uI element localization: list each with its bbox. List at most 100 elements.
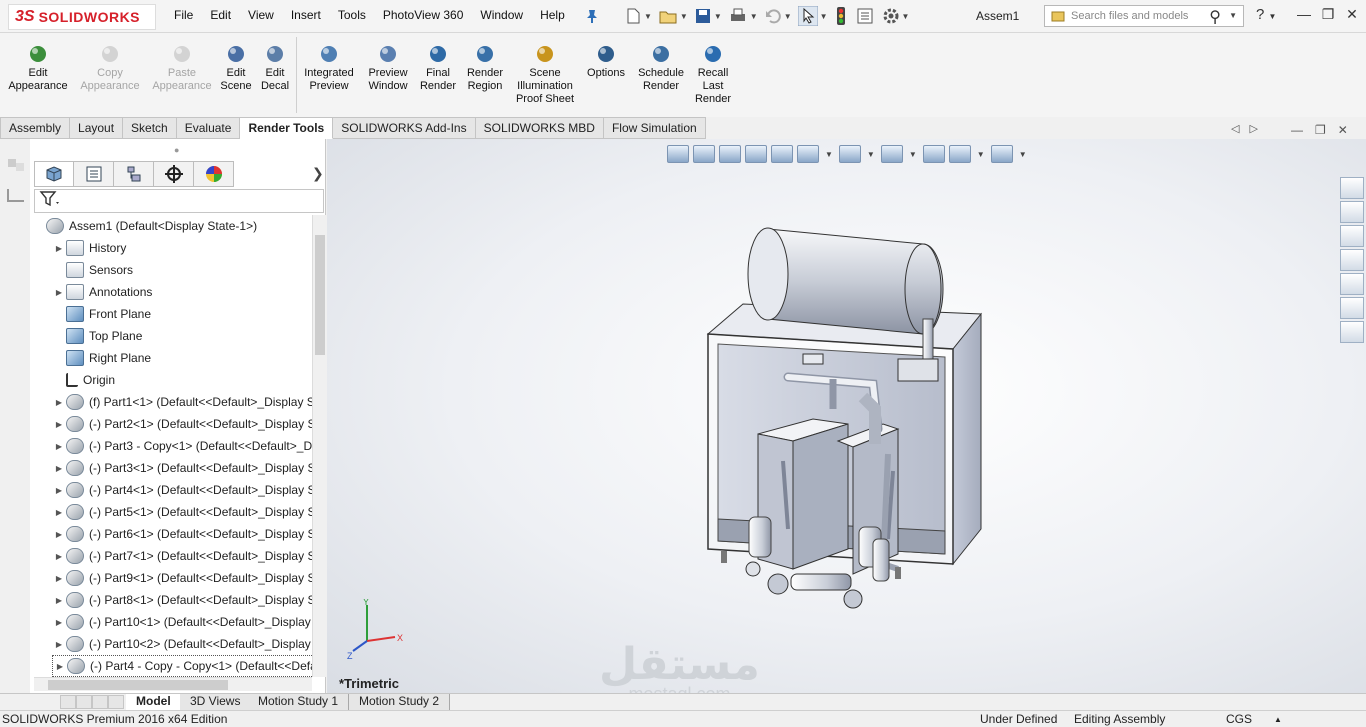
assembly-model[interactable] — [683, 209, 1003, 629]
chevron-down-icon[interactable]: ▼ — [680, 12, 688, 21]
expand-arrow-icon[interactable]: ▶ — [52, 398, 66, 407]
preview-window-button[interactable]: Preview Window — [364, 43, 412, 93]
dimxpert-manager-tab-icon[interactable] — [154, 161, 194, 187]
property-manager-tab-icon[interactable] — [74, 161, 114, 187]
chevron-down-icon[interactable]: ▼ — [644, 12, 652, 21]
edit-appearance-view-icon[interactable] — [922, 145, 945, 163]
display-style-icon[interactable] — [838, 145, 861, 163]
doc-restore-icon[interactable]: ❐ — [1315, 123, 1326, 137]
tree-item-part[interactable]: ▶ (-) Part8<1> (Default<<Default>_Display… — [52, 589, 312, 611]
solidworks-logo[interactable]: 3S SOLIDWORKS — [8, 4, 156, 30]
expand-arrow-icon[interactable]: ▶ — [52, 442, 66, 451]
menu-help[interactable]: Help — [540, 8, 565, 22]
panel-grip-icon[interactable]: ● — [174, 145, 179, 155]
schedule-render-button[interactable]: Schedule Render — [634, 43, 688, 93]
menu-window[interactable]: Window — [480, 8, 523, 22]
hide-show-items-icon[interactable] — [880, 145, 903, 163]
previous-tab-icon[interactable] — [76, 695, 92, 709]
rebuild-icon[interactable] — [834, 6, 848, 26]
forum-icon[interactable] — [1340, 321, 1364, 343]
tree-item-part[interactable]: ▶ (-) Part2<1> (Default<<Default>_Display… — [52, 413, 312, 435]
zoom-to-area-icon[interactable] — [693, 145, 715, 163]
last-tab-icon[interactable] — [108, 695, 124, 709]
bottom-tab-3d-views[interactable]: 3D Views — [180, 694, 252, 710]
pin-icon[interactable] — [584, 6, 600, 26]
tree-item-history[interactable]: ▶ History — [52, 237, 126, 259]
expand-arrow-icon[interactable]: ▶ — [52, 596, 66, 605]
next-tab-icon[interactable] — [92, 695, 108, 709]
tree-item-part[interactable]: ▶ (-) Part10<1> (Default<<Default>_Displa… — [52, 611, 312, 633]
chevron-down-icon[interactable]: ▼ — [820, 12, 828, 21]
tab-layout[interactable]: Layout — [70, 117, 124, 139]
help-icon[interactable]: ? ▼ — [1256, 6, 1276, 23]
tree-item-part[interactable]: ▶ (-) Part4<1> (Default<<Default>_Display… — [52, 479, 312, 501]
save-icon[interactable] — [694, 7, 712, 25]
integrated-preview-button[interactable]: Integrated Preview — [298, 43, 360, 93]
dimxpert-icon[interactable] — [4, 185, 28, 205]
tree-item-part[interactable]: ▶ (-) Part7<1> (Default<<Default>_Display… — [52, 545, 312, 567]
bottom-tab-motion-study-2[interactable]: Motion Study 2 — [349, 694, 451, 710]
view-palette-icon[interactable] — [1340, 249, 1364, 271]
expand-arrow-icon[interactable]: ▶ — [52, 508, 66, 517]
tree-item-part[interactable]: ▶ (-) Part6<1> (Default<<Default>_Display… — [52, 523, 312, 545]
search-box[interactable]: Search files and models ⚲ ▼ — [1044, 5, 1244, 27]
tab-render-tools[interactable]: Render Tools — [240, 117, 334, 139]
view-orientation-icon[interactable] — [797, 145, 819, 163]
feature-tree-tab-icon[interactable] — [34, 161, 74, 187]
tree-item-plane[interactable]: Front Plane — [52, 303, 151, 325]
design-tree-toggle-icon[interactable] — [4, 155, 28, 175]
first-tab-icon[interactable] — [60, 695, 76, 709]
chevron-down-icon[interactable]: ▼ — [1019, 150, 1027, 159]
graphics-viewport[interactable]: ▼ ▼ ▼ ▼ ▼ ◁ ▷ — ❐ ✕ Y X Z مستقل *Trimetr… — [327, 123, 1366, 704]
tree-vertical-scrollbar[interactable] — [312, 215, 326, 677]
tree-item-plane[interactable]: Right Plane — [52, 347, 151, 369]
search-input[interactable]: Search files and models — [1071, 10, 1188, 22]
tree-item-origin[interactable]: Origin — [52, 369, 115, 391]
chevron-down-icon[interactable]: ▼ — [909, 150, 917, 159]
expand-arrow-icon[interactable]: ▶ — [52, 574, 66, 583]
menu-view[interactable]: View — [248, 8, 274, 22]
chevron-down-icon[interactable]: ▼ — [902, 12, 910, 21]
section-view-icon[interactable] — [745, 145, 767, 163]
chevron-down-icon[interactable]: ▼ — [784, 12, 792, 21]
undo-icon[interactable] — [764, 7, 782, 25]
tab-assembly[interactable]: Assembly — [0, 117, 71, 139]
select-pointer-icon[interactable] — [797, 6, 818, 26]
edit-decal-button[interactable]: Edit Decal — [256, 43, 294, 93]
scene-illumination-button[interactable]: Scene Illumination Proof Sheet — [510, 43, 580, 106]
tree-item-part[interactable]: ▶ (-) Part5<1> (Default<<Default>_Display… — [52, 501, 312, 523]
paste-appearance-button[interactable]: Paste Appearance — [150, 43, 214, 93]
file-properties-icon[interactable] — [856, 7, 874, 25]
edit-scene-button[interactable]: Edit Scene — [216, 43, 256, 93]
expand-arrow-icon[interactable]: ▶ — [52, 530, 66, 539]
units-selector[interactable]: CGS — [1226, 712, 1252, 726]
open-folder-icon[interactable] — [658, 7, 678, 25]
edit-appearance-button[interactable]: Edit Appearance — [4, 43, 72, 93]
chevron-up-icon[interactable]: ▲ — [1274, 715, 1282, 724]
menu-photoview[interactable]: PhotoView 360 — [383, 8, 464, 22]
chevron-right-icon[interactable]: ❯ — [312, 165, 324, 182]
tree-item-part[interactable]: ▶ (-) Part3 - Copy<1> (Default<<Default>_… — [52, 435, 312, 457]
file-explorer-icon[interactable] — [1340, 225, 1364, 247]
display-manager-tab-icon[interactable] — [194, 161, 234, 187]
chevron-down-icon[interactable]: ▼ — [714, 12, 722, 21]
final-render-button[interactable]: Final Render — [416, 43, 460, 93]
tree-item-part[interactable]: ▶ (-) Part4 - Copy - Copy<1> (Default<<De… — [52, 655, 312, 677]
previous-view-icon[interactable] — [719, 145, 741, 163]
search-icon[interactable]: ⚲ — [1209, 7, 1221, 27]
print-icon[interactable] — [728, 7, 748, 25]
custom-properties-icon[interactable] — [1340, 297, 1364, 319]
bottom-tab-motion-study-1[interactable]: Motion Study 1 — [248, 694, 350, 710]
tree-item-annotations[interactable]: ▶ Annotations — [52, 281, 152, 303]
minimize-icon[interactable]: — — [1292, 6, 1316, 23]
options-button[interactable]: Options — [583, 43, 629, 80]
bottom-tab-model[interactable]: Model — [126, 694, 182, 710]
gear-icon[interactable] — [882, 7, 900, 25]
expand-arrow-icon[interactable]: ▶ — [52, 486, 66, 495]
dynamic-annotation-icon[interactable] — [771, 145, 793, 163]
expand-arrow-icon[interactable]: ▶ — [52, 618, 66, 627]
tree-root-assembly[interactable]: Assem1 (Default<Display State-1>) — [32, 215, 257, 237]
doc-close-icon[interactable]: ✕ — [1338, 123, 1348, 137]
tab-flow-simulation[interactable]: Flow Simulation — [603, 117, 706, 139]
tree-horizontal-scrollbar[interactable] — [34, 677, 312, 691]
